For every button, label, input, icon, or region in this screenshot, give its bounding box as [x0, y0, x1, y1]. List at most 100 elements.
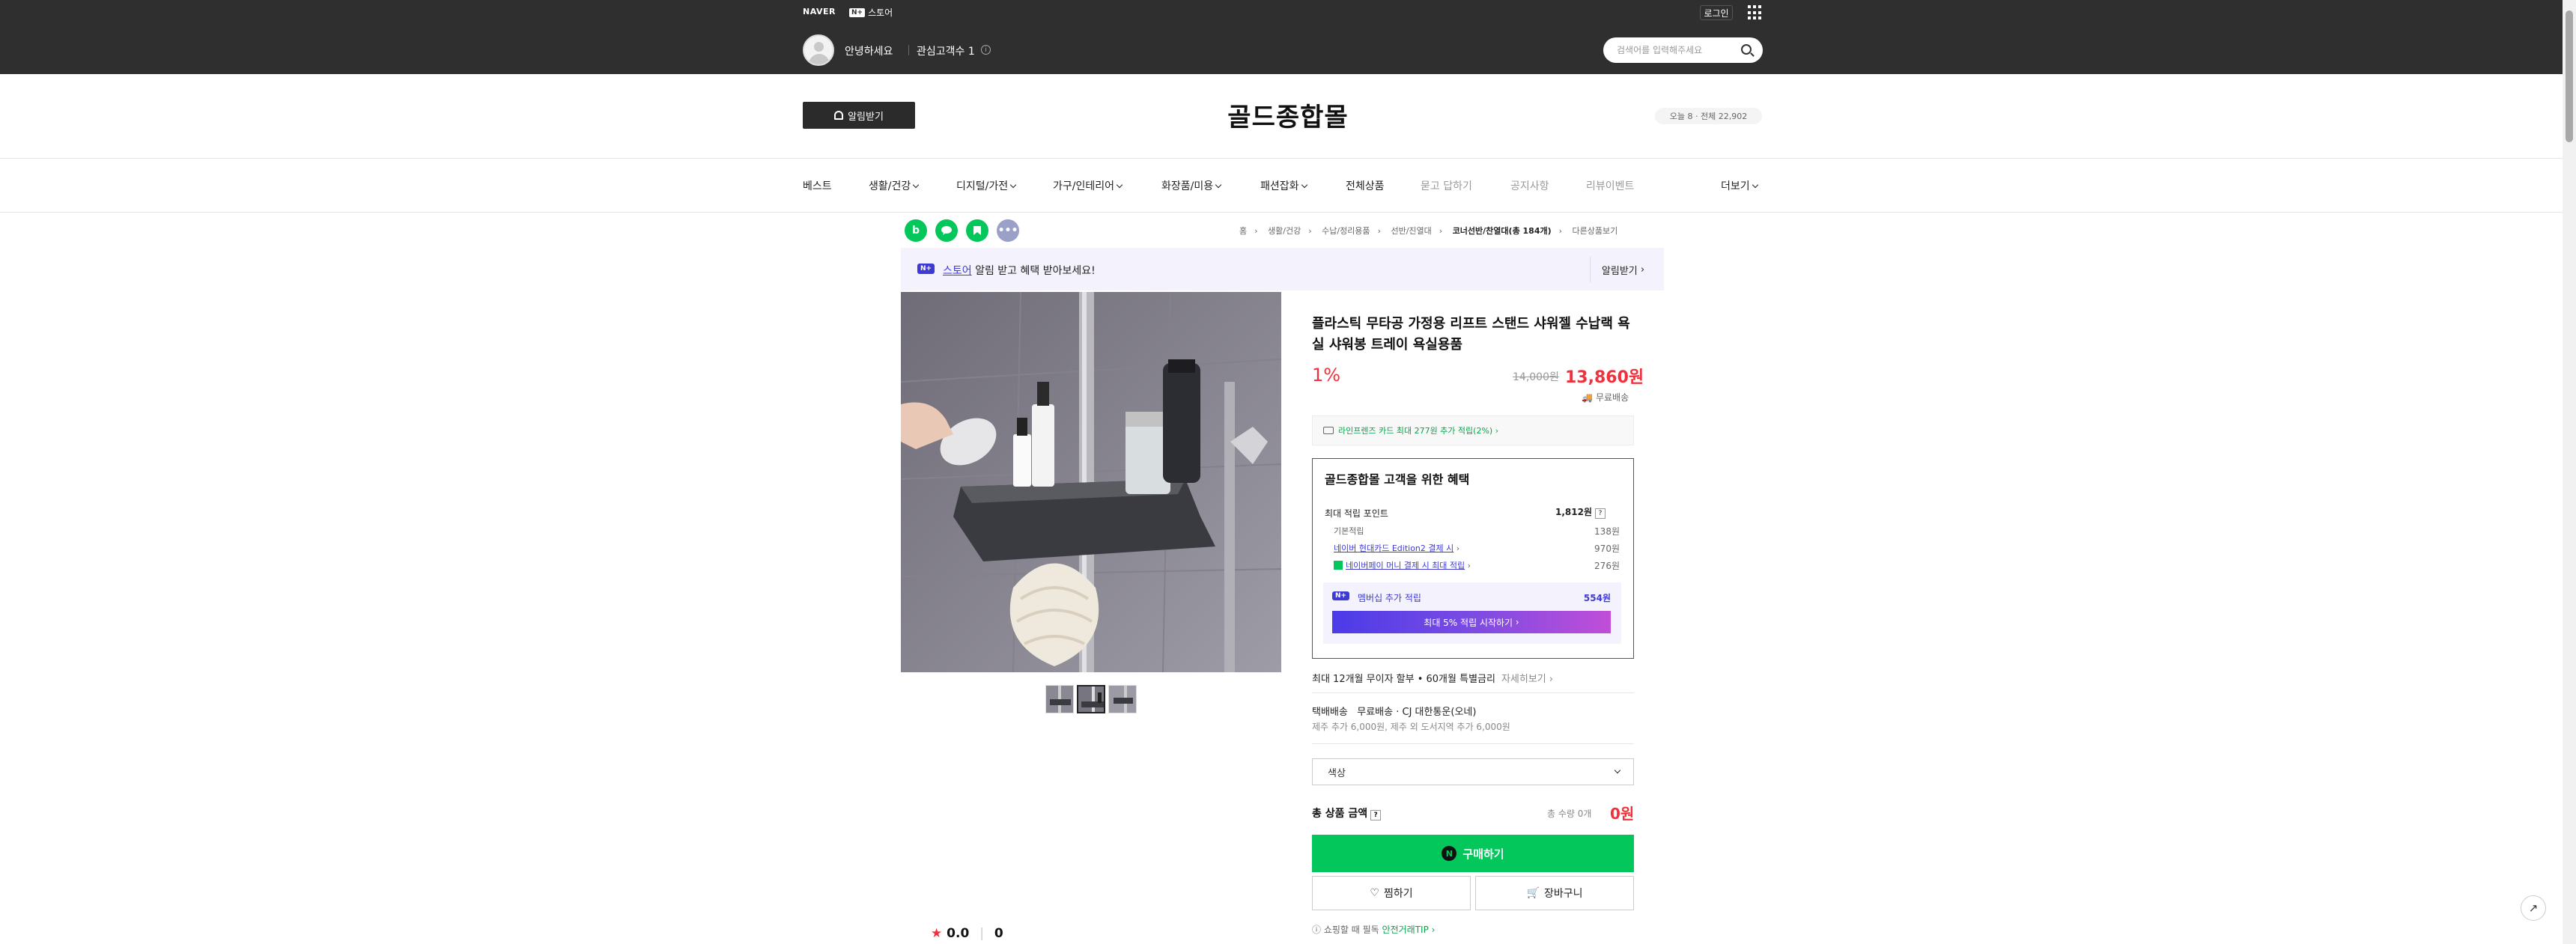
banner-alarm-button[interactable]: 알림받기 › — [1590, 257, 1656, 282]
divider — [1312, 743, 1634, 744]
benefit-row-npay[interactable]: 네이버페이 머니 결제 시 최대 적립 › — [1334, 559, 1471, 571]
talk-icon[interactable] — [935, 219, 958, 242]
max-point-value: 1,812원? — [1555, 505, 1606, 519]
rating-score: 0.0 — [947, 926, 970, 941]
breadcrumb-home[interactable]: 홈 — [1239, 226, 1247, 236]
nav-item-furniture[interactable]: 가구/인테리어 — [1053, 178, 1123, 193]
npay-icon — [1334, 561, 1343, 570]
max-point-label: 최대 적립 포인트 — [1325, 508, 1388, 519]
wish-button[interactable]: ♡ 찜하기 — [1312, 876, 1471, 910]
delivery-extra: 제주 추가 6,000원, 제주 외 도서지역 추가 6,000원 — [1312, 722, 1510, 732]
other-products-link[interactable]: 다른상품보기 — [1573, 226, 1618, 236]
more-options-icon[interactable]: ••• — [997, 219, 1019, 242]
rating-summary: ★ 0.0 | 0 — [931, 926, 1003, 941]
nav-item-living-health[interactable]: 생활/건강 — [869, 178, 920, 193]
blog-share-icon[interactable]: b — [905, 219, 927, 242]
store-search — [1603, 37, 1763, 63]
naver-store-logo[interactable]: N+ 스토어 — [849, 6, 893, 19]
benefit-row-amount: 138원 — [1594, 526, 1620, 537]
naver-logo[interactable]: NAVER — [803, 7, 836, 16]
safe-trade-link[interactable]: 안전거래TIP — [1382, 925, 1429, 935]
info-icon[interactable]: i — [981, 45, 991, 55]
nav-item-cosmetics[interactable]: 화장품/미용 — [1161, 178, 1222, 193]
truck-icon: 🚚 — [1582, 392, 1593, 403]
store-title[interactable]: 골드종합몰 — [1138, 97, 1438, 133]
help-icon[interactable]: ? — [1370, 810, 1382, 820]
help-icon[interactable]: ? — [1595, 508, 1606, 519]
store-header: 알림받기 골드종합몰 오늘 8 · 전체 22,902 — [0, 74, 2563, 159]
nav-item-fashion[interactable]: 패션잡화 — [1260, 178, 1307, 193]
alarm-button-label: 알림받기 — [848, 111, 884, 123]
chevron-down-icon — [1301, 181, 1307, 189]
installment-info: 최대 12개월 무이자 할부 • 60개월 특별금리 자세히보기 › — [1312, 674, 1554, 685]
heart-icon: ♡ — [1370, 887, 1379, 899]
review-count[interactable]: 0 — [994, 926, 1003, 941]
benefit-row-card[interactable]: 네이버 현대카드 Edition2 결제 시 › — [1334, 542, 1459, 554]
bookmark-icon[interactable] — [966, 219, 988, 242]
total-quantity: 총 수량 0개 — [1547, 809, 1592, 819]
star-icon: ★ — [931, 926, 943, 941]
card-benefit-box[interactable]: 라인프렌즈 카드 최대 277원 추가 적립(2%) › — [1312, 415, 1634, 445]
membership-start-button[interactable]: 최대 5% 적립 시작하기 › — [1332, 611, 1611, 633]
nav-more-button[interactable]: 더보기 — [1721, 178, 1758, 193]
search-icon[interactable] — [1741, 44, 1752, 55]
product-title: 플라스틱 무타공 가정용 리프트 스탠드 샤워젤 수납랙 욕실 샤워봉 트레이 … — [1312, 316, 1630, 353]
chevron-down-icon — [1614, 767, 1621, 774]
n-plus-chip: N+ — [849, 7, 866, 17]
store-alarm-banner: N+ 스토어 알림 받고 혜택 받아보세요! 알림받기 › — [901, 248, 1664, 290]
login-button[interactable]: 로그인 — [1700, 5, 1733, 20]
cart-icon: 🛒 — [1526, 887, 1540, 899]
nav-item-digital[interactable]: 디지털/가전 — [956, 178, 1017, 193]
breadcrumb-current[interactable]: 코너선반/찬열대(총 184개) — [1453, 226, 1552, 236]
npay-icon: N — [1442, 846, 1457, 861]
store-link[interactable]: 스토어 — [943, 265, 972, 277]
buy-button[interactable]: N 구매하기 — [1312, 835, 1634, 872]
global-top-bar: NAVER N+ 스토어 로그인 안녕하세요 관심고객수 1 i — [0, 0, 2563, 74]
store-logo-text: 스토어 — [868, 7, 893, 18]
chevron-down-icon — [1215, 181, 1222, 189]
bell-icon — [834, 111, 844, 120]
benefit-box: 골드종합몰 고객을 위한 혜택 최대 적립 포인트 1,812원? 기본적립 1… — [1312, 458, 1634, 659]
nav-item-best[interactable]: 베스트 — [803, 178, 832, 193]
total-label: 총 상품 금액? — [1312, 806, 1382, 820]
thumbnail-3[interactable] — [1108, 685, 1137, 713]
n-plus-chip: N+ — [1332, 591, 1350, 600]
page-scrollbar[interactable] — [2563, 0, 2576, 944]
avatar[interactable] — [803, 34, 834, 66]
membership-amount: 554원 — [1583, 593, 1611, 603]
color-option-select[interactable]: 색상 — [1312, 758, 1634, 785]
chevron-down-icon — [913, 181, 920, 189]
category-nav: 베스트 생활/건강 디지털/가전 가구/인테리어 화장품/미용 패션잡화 전체상… — [0, 159, 2563, 213]
card-icon — [1323, 427, 1334, 434]
search-input[interactable] — [1617, 43, 1737, 57]
sale-price: 13,860원 — [1565, 368, 1644, 387]
nav-item-qna[interactable]: 묻고 답하기 — [1421, 178, 1472, 193]
product-main-image[interactable] — [901, 292, 1281, 672]
breadcrumb: 홈 › 생활/건강 › 수납/정리용품 › 선반/진열대 › 코너선반/찬열대(총 18… — [1239, 226, 1618, 236]
breadcrumb-item[interactable]: 선반/진열대 — [1391, 226, 1431, 236]
membership-box: N+ 멤버십 추가 적립 554원 최대 5% 적립 시작하기 › — [1323, 582, 1621, 644]
cart-button[interactable]: 🛒 장바구니 — [1475, 876, 1634, 910]
breadcrumb-item[interactable]: 수납/정리용품 — [1322, 226, 1370, 236]
greeting-text: 안녕하세요 — [845, 46, 893, 58]
installment-more-link[interactable]: 자세히보기 › — [1501, 674, 1553, 685]
divider — [908, 45, 909, 55]
share-icon[interactable]: ↗ — [2521, 895, 2546, 921]
nav-item-review-event[interactable]: 리뷰이벤트 — [1586, 178, 1634, 193]
thumbnail-2-selected[interactable] — [1077, 685, 1105, 713]
chevron-down-icon — [1752, 181, 1758, 189]
thumbnail-1[interactable] — [1045, 685, 1074, 713]
benefit-row-amount: 276원 — [1594, 561, 1620, 571]
nav-item-all-products[interactable]: 전체상품 — [1346, 178, 1385, 193]
alarm-button[interactable]: 알림받기 — [803, 102, 915, 129]
total-price: 0원 — [1610, 805, 1635, 823]
app-grid-icon[interactable] — [1748, 5, 1763, 20]
breadcrumb-item[interactable]: 생활/건강 — [1268, 226, 1301, 236]
benefit-row-amount: 970원 — [1594, 543, 1620, 554]
benefit-row-basic: 기본적립 — [1334, 526, 1364, 536]
nav-item-notice[interactable]: 공지사항 — [1510, 178, 1549, 193]
scrollbar-thumb[interactable] — [2566, 10, 2573, 142]
membership-label: 멤버십 추가 적립 — [1358, 593, 1421, 603]
interest-count: 관심고객수 1 — [917, 46, 975, 58]
benefit-title: 골드종합몰 고객을 위한 혜택 — [1325, 472, 1470, 487]
